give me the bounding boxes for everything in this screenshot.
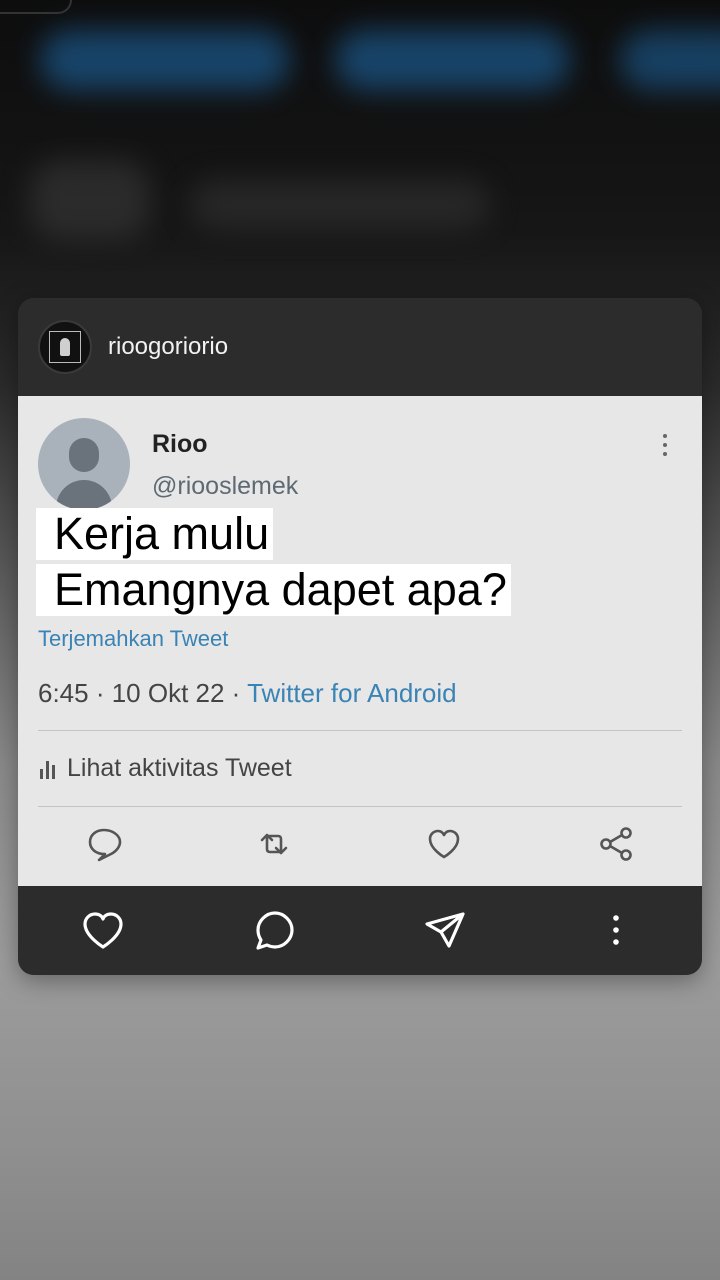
post-username[interactable]: rioogoriorio [108,333,228,361]
post-action-bar [18,886,702,975]
like-icon [428,829,460,859]
more-vertical-icon[interactable] [593,908,639,954]
translate-tweet-link: Terjemahkan Tweet [38,626,229,651]
tweet-screenshot: Rioo @riooslemek Kerja mulu Emangnya dap… [18,396,702,886]
instagram-post-card: rioogoriorio Rioo @riooslemek Kerja mulu… [18,298,702,975]
share-icon [600,827,632,861]
blurred-background-shape [30,160,150,240]
reply-icon [88,828,122,862]
avatar-image [49,331,81,363]
blurred-background-shape [620,30,720,90]
tweet-source: Twitter for Android [247,678,457,708]
tweet-activity-link: Lihat aktivitas Tweet [40,754,292,783]
tweet-action-bar [18,824,702,874]
tweet-time-date: 6:45 · 10 Okt 22 · [38,678,248,708]
heart-icon[interactable] [80,908,126,954]
comment-icon[interactable] [252,908,298,954]
tweet-display-name: Rioo [152,430,208,458]
send-icon[interactable] [422,908,468,954]
tweet-meta: 6:45 · 10 Okt 22 · Twitter for Android [38,678,457,709]
blurred-background-shape [335,30,570,90]
tweet-activity-label: Lihat aktivitas Tweet [67,754,292,782]
bar-chart-icon [40,759,55,779]
tweet-avatar [38,418,130,510]
divider [38,730,682,731]
divider [38,806,682,807]
profile-avatar[interactable] [38,320,92,374]
corner-decoration [0,0,72,14]
more-vertical-icon [662,434,668,460]
tweet-text-line: Kerja mulu [36,508,274,560]
tweet-handle: @riooslemek [152,472,299,500]
tweet-text-line: Emangnya dapet apa? [36,564,511,616]
retweet-icon [260,833,288,855]
post-header: rioogoriorio [18,298,702,396]
blurred-background-shape [40,30,290,90]
blurred-background-shape [190,180,490,230]
